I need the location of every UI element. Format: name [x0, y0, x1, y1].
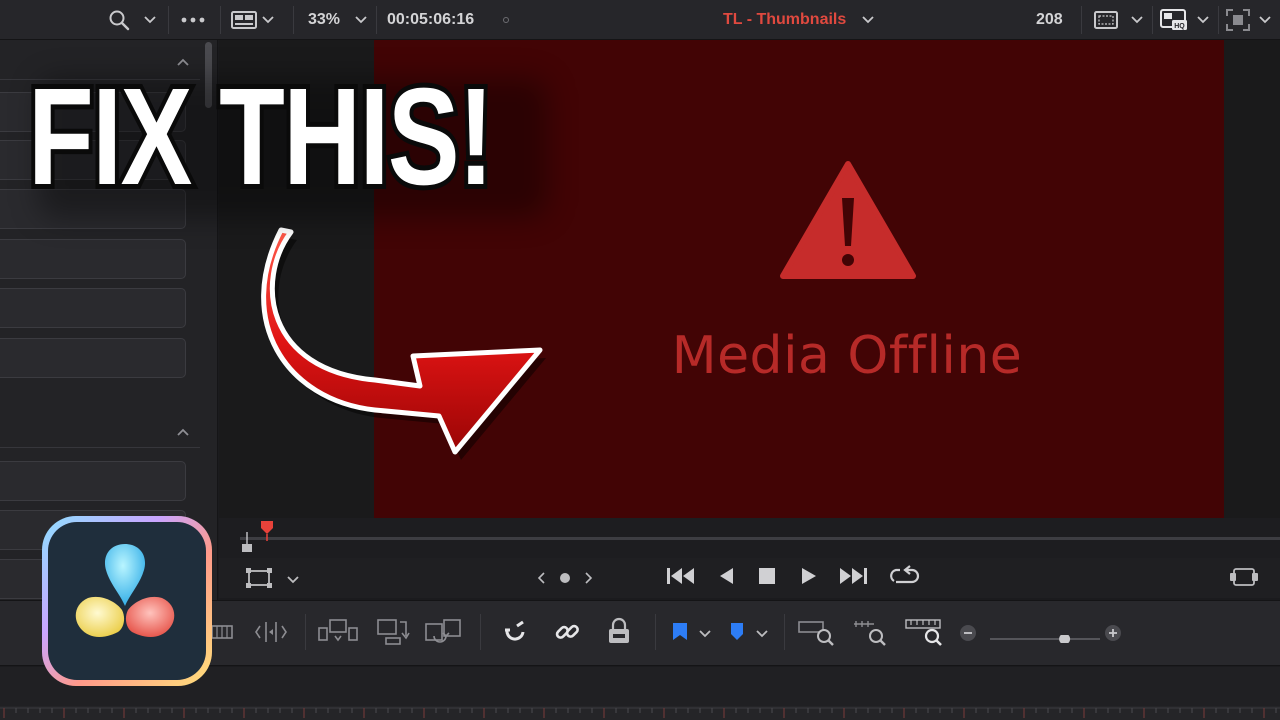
chevron-down-icon[interactable] — [755, 626, 769, 644]
chevron-up-icon[interactable] — [176, 424, 190, 442]
panel-row[interactable] — [0, 288, 186, 328]
go-to-start-icon[interactable] — [666, 566, 696, 591]
playhead-marker[interactable] — [259, 520, 275, 547]
viewer-top-bar: 33% 00:05:06:16 TL - Thumbnails 208 HQ — [0, 0, 1280, 40]
marker-icon[interactable] — [729, 622, 745, 647]
zoom-in-icon[interactable] — [1104, 624, 1122, 647]
overlay-headline: FIX THIS! — [24, 60, 498, 214]
clip-menu-icon[interactable] — [502, 0, 510, 40]
chevron-down-icon[interactable] — [861, 0, 875, 40]
in-point-marker[interactable] — [240, 530, 254, 559]
go-to-end-icon[interactable] — [838, 566, 868, 591]
zoom-detail-icon[interactable] — [852, 618, 890, 651]
frame-count: 208 — [1036, 11, 1063, 28]
chevron-down-icon[interactable] — [698, 626, 712, 644]
svg-text:HQ: HQ — [1174, 23, 1185, 30]
viewer-mode-icon[interactable] — [1230, 566, 1258, 593]
panel-row[interactable] — [0, 239, 186, 279]
dynamic-trim-icon[interactable] — [254, 620, 288, 649]
red-arrow-overlay — [255, 220, 555, 465]
zoom-out-icon[interactable] — [959, 624, 977, 647]
more-icon[interactable] — [180, 0, 206, 40]
zoom-full-icon[interactable] — [798, 618, 836, 651]
jog-control-icon[interactable] — [536, 570, 594, 591]
transport-controls — [219, 558, 1280, 598]
viewer-layout-icon[interactable] — [231, 0, 257, 40]
timecode[interactable]: 00:05:06:16 — [387, 0, 474, 40]
play-icon[interactable] — [800, 566, 818, 591]
stop-icon[interactable] — [757, 566, 777, 591]
chevron-down-icon[interactable] — [261, 0, 275, 40]
play-reverse-icon[interactable] — [717, 566, 735, 591]
davinci-resolve-logo — [40, 514, 214, 693]
zoom-custom-icon[interactable] — [905, 618, 945, 651]
chevron-down-icon[interactable] — [143, 0, 157, 40]
search-icon[interactable] — [108, 0, 130, 40]
chevron-down-icon[interactable] — [354, 0, 368, 40]
aspect-icon[interactable] — [1094, 0, 1118, 40]
replace-icon[interactable] — [424, 616, 464, 651]
timeline-title[interactable]: TL - Thumbnails — [723, 0, 846, 40]
loop-icon[interactable] — [888, 564, 920, 593]
scrubber-track[interactable] — [240, 537, 1280, 540]
chevron-down-icon[interactable] — [1130, 0, 1144, 40]
transform-icon[interactable] — [246, 568, 272, 593]
link-icon[interactable] — [553, 618, 581, 651]
panel-row[interactable] — [0, 461, 186, 501]
chevron-down-icon[interactable] — [1258, 0, 1272, 40]
snapping-icon[interactable] — [501, 618, 529, 651]
zoom-slider[interactable] — [990, 630, 1100, 648]
panel-row[interactable] — [0, 338, 186, 378]
panel-section-header[interactable] — [0, 412, 200, 448]
zoom-level[interactable]: 33% — [308, 0, 340, 40]
chevron-down-icon[interactable] — [1196, 0, 1210, 40]
insert-icon[interactable] — [318, 618, 358, 651]
chevron-down-icon[interactable] — [286, 572, 300, 590]
flag-icon[interactable] — [671, 622, 689, 647]
timeline-ruler[interactable] — [0, 706, 1280, 720]
overwrite-icon[interactable] — [376, 616, 410, 651]
fullscreen-icon[interactable] — [1226, 0, 1250, 40]
warning-icon — [780, 160, 916, 285]
lock-icon[interactable] — [606, 617, 632, 650]
hq-display-icon[interactable]: HQ — [1160, 0, 1188, 40]
